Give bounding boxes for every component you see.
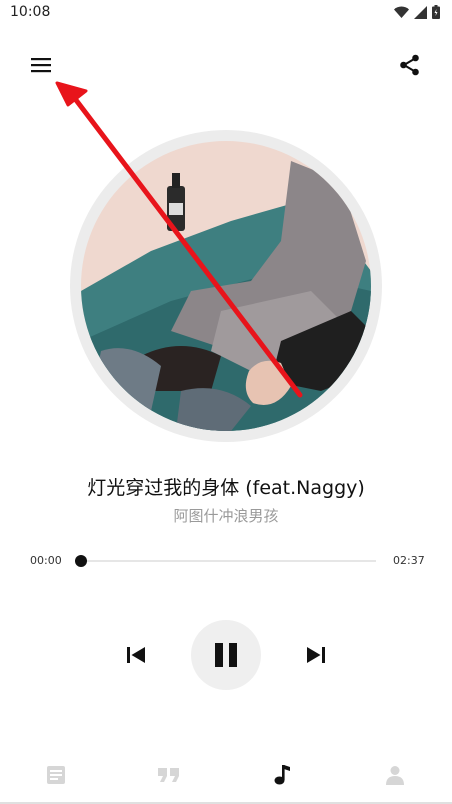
battery-icon [432, 5, 440, 19]
bottom-nav [0, 744, 452, 804]
song-title: 灯光穿过我的身体 (feat.Naggy) [87, 477, 365, 499]
nav-item-articles[interactable] [39, 760, 73, 790]
menu-button[interactable] [24, 48, 58, 82]
total-time: 02:37 [393, 554, 425, 567]
album-artwork [81, 141, 371, 431]
status-bar: 10:08 [0, 0, 452, 26]
wifi-icon [394, 6, 409, 18]
share-button[interactable] [393, 48, 427, 82]
song-artist: 阿图什冲浪男孩 [173, 507, 279, 525]
next-button[interactable] [298, 637, 334, 673]
music-note-icon [274, 765, 290, 785]
quote-icon [158, 768, 179, 782]
menu-icon [31, 58, 51, 73]
article-icon [47, 766, 65, 784]
signal-icon [414, 5, 427, 19]
play-pause-button[interactable] [191, 620, 261, 690]
skip-previous-icon [127, 647, 145, 663]
status-icons [394, 5, 440, 19]
previous-button[interactable] [118, 637, 154, 673]
share-icon [400, 54, 419, 76]
progress-bar[interactable] [80, 560, 376, 562]
skip-next-icon [307, 647, 325, 663]
current-time: 00:00 [30, 554, 62, 567]
progress-thumb[interactable] [75, 555, 87, 567]
album-cover [81, 141, 371, 431]
nav-item-profile[interactable] [378, 760, 412, 790]
nav-item-music[interactable] [265, 760, 299, 790]
pause-icon [215, 643, 237, 667]
status-time: 10:08 [10, 4, 51, 20]
person-icon [386, 766, 404, 785]
nav-item-quotes[interactable] [152, 760, 186, 790]
